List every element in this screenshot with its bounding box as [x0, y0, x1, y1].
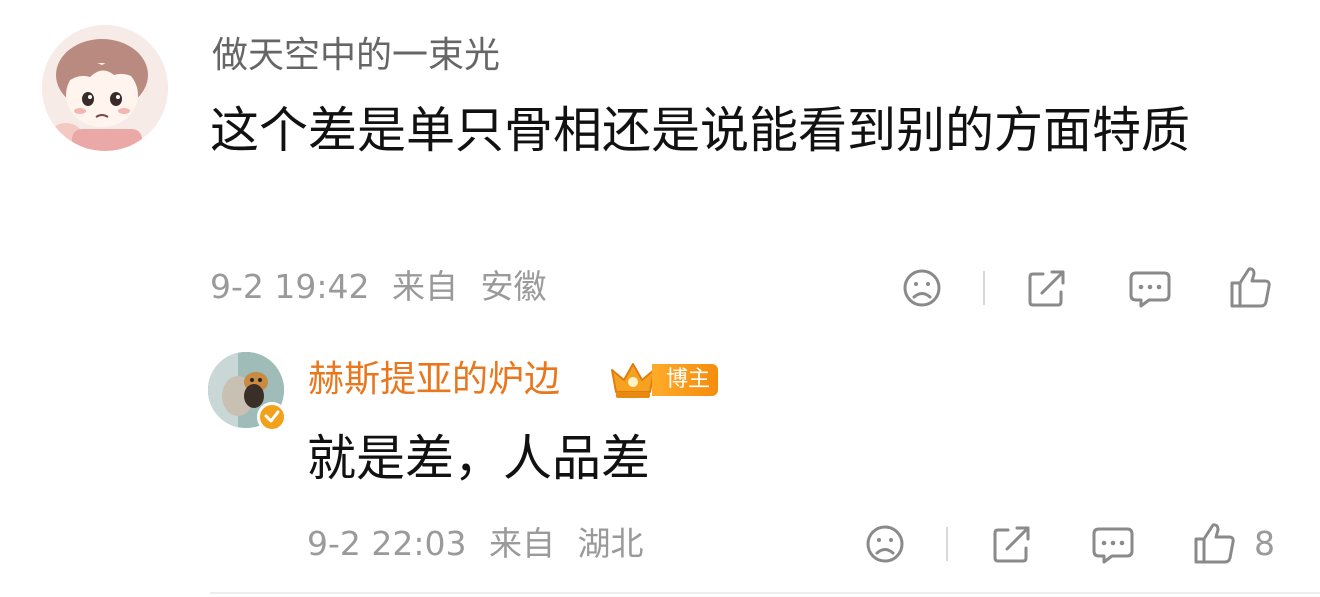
comment-source-prefix: 来自 — [392, 267, 458, 306]
comment-location: 安徽 — [480, 267, 547, 306]
comment-meta: 9-2 19:42 来自 安徽 — [210, 267, 547, 307]
comment-bubble-icon[interactable] — [1127, 266, 1173, 310]
reply-meta: 9-2 22:03 来自 湖北 — [307, 524, 644, 564]
crown-icon — [611, 363, 655, 398]
reply-text: 就是差，人品差 — [307, 430, 651, 487]
sad-face-icon[interactable] — [863, 522, 907, 566]
thumbs-up-icon[interactable] — [1192, 520, 1238, 566]
commenter-name[interactable]: 做天空中的一束光 — [212, 34, 500, 78]
commenter-avatar[interactable] — [42, 25, 168, 151]
verified-badge-icon — [257, 402, 287, 432]
thumbs-up-icon[interactable] — [1228, 264, 1274, 310]
share-icon[interactable] — [1025, 266, 1069, 310]
sad-face-icon[interactable] — [900, 266, 944, 310]
blogger-badge: 博主 — [652, 364, 719, 396]
comment-bubble-icon[interactable] — [1090, 522, 1136, 566]
action-divider — [983, 271, 985, 305]
reply-location: 湖北 — [577, 524, 644, 563]
reply-date: 9-2 22:03 — [307, 524, 467, 563]
share-icon[interactable] — [990, 522, 1034, 566]
reply-source-prefix: 来自 — [489, 524, 555, 563]
action-divider — [946, 527, 948, 561]
author-name[interactable]: 赫斯提亚的炉边 — [308, 358, 560, 402]
comment-date: 9-2 19:42 — [210, 267, 370, 306]
comment-text: 这个差是单只骨相还是说能看到别的方面特质 — [210, 102, 1191, 159]
divider-line — [210, 592, 1320, 594]
like-count: 8 — [1254, 524, 1275, 563]
